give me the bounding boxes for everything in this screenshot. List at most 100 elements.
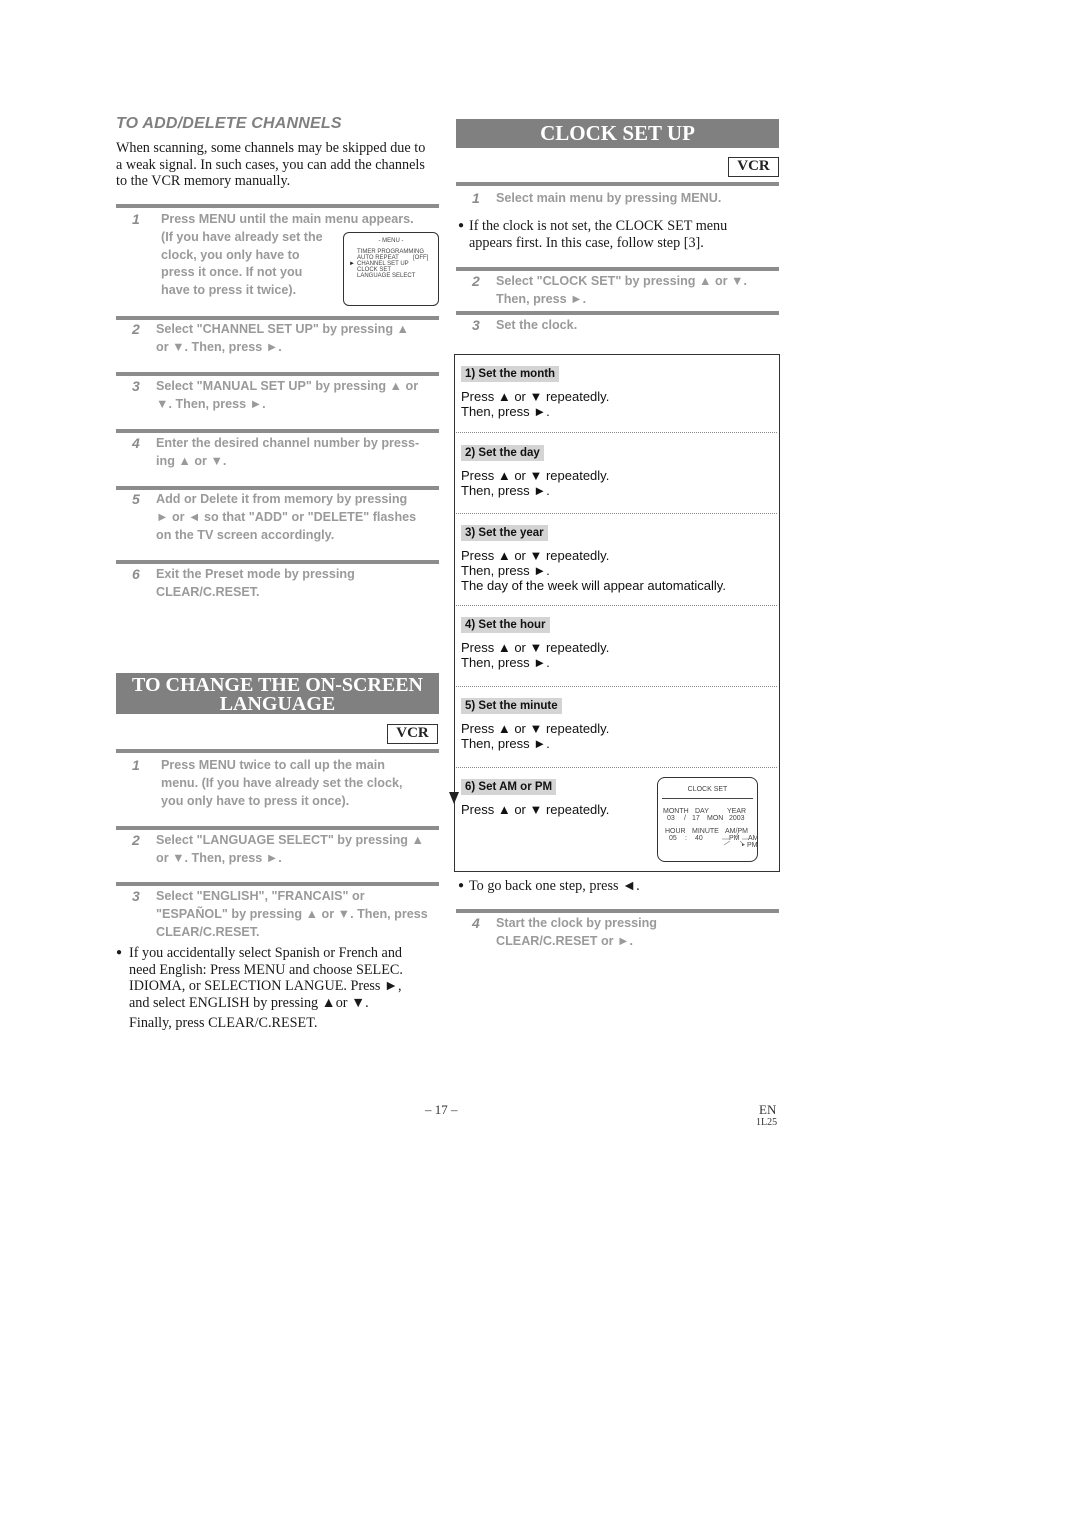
step-line: Press MENU twice to call up the main <box>161 758 385 772</box>
banner-line: LANGUAGE <box>219 693 336 715</box>
step-number: 4 <box>132 435 140 451</box>
step-number: 4 <box>472 915 480 931</box>
step-line: Start the clock by pressing <box>496 916 657 930</box>
step-divider <box>116 749 439 753</box>
osd-label: YEAR <box>727 808 747 815</box>
substep-line: Then, press ►. <box>461 655 550 670</box>
vcr-badge: VCR <box>387 724 438 744</box>
substep-line: Then, press ►. <box>461 483 550 498</box>
substep-label: 2) Set the day <box>461 445 544 461</box>
substep-line: Press ▲ or ▼ repeatedly. <box>461 640 610 655</box>
step-divider <box>116 204 439 208</box>
step-divider <box>116 826 439 830</box>
substep-label: 6) Set AM or PM <box>461 779 557 795</box>
language-step-3: 3 Select "ENGLISH", "FRANCAIS" or "ESPAÑ… <box>132 888 442 946</box>
intro-line: a weak signal. In such cases, you can ad… <box>116 156 425 173</box>
dotted-divider <box>456 686 777 687</box>
cursor-arrow-icon: ► <box>349 261 355 267</box>
osd-month: 03 <box>667 815 675 822</box>
step-line: menu. (If you have already set the clock… <box>161 775 403 790</box>
osd-year: 2003 <box>729 815 745 822</box>
step-line: Add or Delete it from memory by pressing <box>156 492 408 506</box>
substep-label: 4) Set the hour <box>461 617 550 633</box>
note-line: IDIOMA, or SELECTION LANGUE. Press ►, <box>129 978 402 994</box>
substep-line: Then, press ►. <box>461 736 550 751</box>
step-line: Select "LANGUAGE SELECT" by pressing ▲ <box>156 833 424 847</box>
step-line: on the TV screen accordingly. <box>156 527 335 542</box>
step-number: 2 <box>132 832 140 848</box>
add-delete-step-3: 3 Select "MANUAL SET UP" by pressing ▲ o… <box>132 378 442 418</box>
add-delete-heading: TO ADD/DELETE CHANNELS <box>116 115 342 132</box>
step-divider <box>116 316 439 320</box>
step-line: Enter the desired channel number by pres… <box>156 436 420 450</box>
document-code: 1L25 <box>756 1117 778 1128</box>
language-section-banner: TO CHANGE THE ON-SCREEN LANGUAGE <box>116 673 439 714</box>
substep-ampm: 6) Set AM or PM Press ▲ or ▼ repeatedly. <box>461 777 609 817</box>
substep-line: Then, press ►. <box>461 563 550 578</box>
osd-separator: / <box>684 815 686 822</box>
step-number: 3 <box>472 317 480 333</box>
substep-line: Press ▲ or ▼ repeatedly. <box>461 548 610 563</box>
note-line: To go back one step, press ◄. <box>469 878 640 894</box>
substep-label: 5) Set the minute <box>461 698 562 714</box>
step-line: CLEAR/C.RESET. <box>156 584 260 599</box>
add-delete-step-6: 6 Exit the Preset mode by pressing CLEAR… <box>132 566 442 606</box>
arrow-down-icon <box>449 792 459 804</box>
step-line: you only have to press it once). <box>161 793 350 808</box>
language-code: EN <box>759 1102 777 1117</box>
substep-day: 2) Set the day Press ▲ or ▼ repeatedly. … <box>461 443 609 498</box>
language-step-1: 1 Press MENU twice to call up the main m… <box>132 757 442 815</box>
substep-month: 1) Set the month Press ▲ or ▼ repeatedly… <box>461 364 609 419</box>
bullet-icon: ● <box>458 220 465 231</box>
osd-hour: 05 <box>669 835 677 842</box>
tv-menu-screen: - MENU - TIMER PROGRAMMING AUTO REPEAT [O… <box>343 232 439 306</box>
step-line: or ▼. Then, press ►. <box>156 850 282 865</box>
step-number: 1 <box>132 757 140 773</box>
osd-label: MONTH <box>663 808 689 815</box>
note-line: If the clock is not set, the CLOCK SET m… <box>469 218 728 234</box>
substep-hour: 4) Set the hour Press ▲ or ▼ repeatedly.… <box>461 615 609 670</box>
step-line: Exit the Preset mode by pressing <box>156 567 355 581</box>
clock-screen-rule <box>662 798 753 799</box>
step-divider <box>116 486 439 490</box>
step-divider <box>456 182 779 186</box>
step-number: 5 <box>132 491 140 507</box>
clock-step-3: 3 Set the clock. <box>472 317 782 337</box>
step-line: Press MENU until the main menu appears. <box>161 212 414 226</box>
page-number: – 17 – <box>425 1102 458 1117</box>
step-line: CLEAR/C.RESET. <box>156 924 260 939</box>
step-number: 6 <box>132 566 140 582</box>
note-final-line: Finally, press CLEAR/C.RESET. <box>129 1015 318 1031</box>
step-line: or ▼. Then, press ►. <box>156 339 282 354</box>
step-divider <box>456 909 779 913</box>
note-line: If you accidentally select Spanish or Fr… <box>129 945 403 961</box>
dotted-divider <box>456 605 777 606</box>
note-line: and select ENGLISH by pressing ▲or ▼. <box>129 994 369 1011</box>
clock-note-2: ● To go back one step, press ◄. <box>458 878 780 895</box>
menu-screen-item: LANGUAGE SELECT <box>357 273 416 279</box>
clock-setup-banner: CLOCK SET UP <box>456 119 779 148</box>
osd-label: DAY <box>695 808 709 815</box>
step-line: CLEAR/C.RESET or ►. <box>496 933 634 948</box>
step-divider <box>456 267 779 271</box>
step-line: Select "ENGLISH", "FRANCAIS" or <box>156 889 365 903</box>
substep-label: 3) Set the year <box>461 525 548 541</box>
add-delete-step-2: 2 Select "CHANNEL SET UP" by pressing ▲ … <box>132 321 442 361</box>
step-divider <box>116 882 439 886</box>
step-divider <box>456 311 779 315</box>
substep-line: Press ▲ or ▼ repeatedly. <box>461 802 610 817</box>
step-line: Then, press ►. <box>496 291 587 306</box>
step-line: Select main menu by pressing MENU. <box>496 191 722 205</box>
substep-line: The day of the week will appear automati… <box>461 578 726 593</box>
vcr-badge: VCR <box>728 157 779 177</box>
step-number: 2 <box>132 321 140 337</box>
clock-step-4: 4 Start the clock by pressing CLEAR/C.RE… <box>472 915 782 955</box>
dotted-divider <box>456 432 777 433</box>
substep-minute: 5) Set the minute Press ▲ or ▼ repeatedl… <box>461 696 609 751</box>
step-line: ▼. Then, press ►. <box>156 396 266 411</box>
step-number: 2 <box>472 273 480 289</box>
clock-step-2: 2 Select "CLOCK SET" by pressing ▲ or ▼.… <box>472 273 782 313</box>
flash-marks-icon <box>722 832 748 846</box>
osd-separator: : <box>685 835 687 842</box>
substep-line: Press ▲ or ▼ repeatedly. <box>461 468 610 483</box>
